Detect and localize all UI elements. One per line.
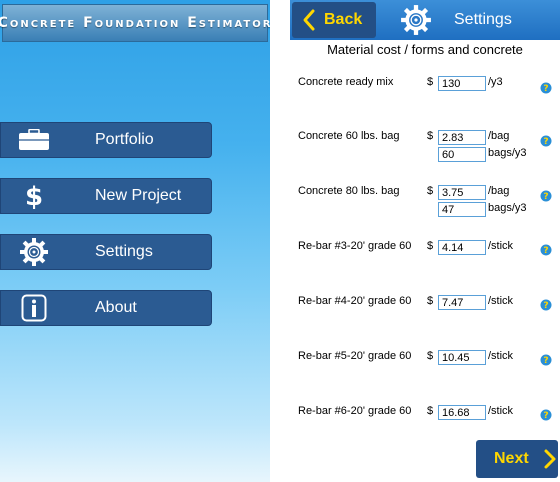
currency-symbol: $ bbox=[427, 405, 434, 417]
unit-label: /y3 bbox=[488, 76, 503, 88]
unit-label: bags/y3 bbox=[488, 147, 527, 159]
unit-label: /bag bbox=[488, 130, 510, 142]
menu-item-settings[interactable]: Settings bbox=[0, 234, 212, 270]
svg-text:?: ? bbox=[543, 356, 548, 366]
back-label: Back bbox=[324, 11, 363, 28]
svg-text:?: ? bbox=[543, 137, 548, 147]
setting-row-rebar-4: Re-bar #4-20' grade 60 $ /stick ? bbox=[290, 295, 560, 335]
help-icon[interactable]: ? bbox=[540, 244, 552, 256]
price-input[interactable] bbox=[438, 185, 486, 200]
setting-label: Re-bar #5-20' grade 60 bbox=[298, 350, 412, 362]
main-menu: Portfolio $ New Project Settings About bbox=[0, 0, 270, 482]
unit-label: /bag bbox=[488, 185, 510, 197]
setting-label: Concrete ready mix bbox=[298, 76, 394, 88]
svg-text:?: ? bbox=[543, 246, 548, 256]
help-icon[interactable]: ? bbox=[540, 82, 552, 94]
unit-label: /stick bbox=[488, 350, 514, 362]
help-icon[interactable]: ? bbox=[540, 299, 552, 311]
chevron-left-icon bbox=[303, 9, 315, 31]
price-input[interactable] bbox=[438, 130, 486, 145]
price-input[interactable] bbox=[438, 295, 486, 310]
setting-row-rebar-3: Re-bar #3-20' grade 60 $ /stick ? bbox=[290, 240, 560, 280]
help-icon[interactable]: ? bbox=[540, 354, 552, 366]
setting-row-rebar-6: Re-bar #6-20' grade 60 $ /stick ? bbox=[290, 405, 560, 445]
setting-label: Re-bar #3-20' grade 60 bbox=[298, 240, 412, 252]
menu-item-about[interactable]: About bbox=[0, 290, 212, 326]
settings-screen: Back Settings Material cost / forms and bbox=[290, 0, 560, 482]
next-label: Next bbox=[494, 450, 529, 467]
currency-symbol: $ bbox=[427, 240, 434, 252]
page-title: Settings bbox=[454, 11, 512, 28]
unit-label: /stick bbox=[488, 295, 514, 307]
menu-item-label: Settings bbox=[95, 243, 153, 260]
currency-symbol: $ bbox=[427, 350, 434, 362]
setting-label: Concrete 60 lbs. bag bbox=[298, 130, 400, 142]
svg-text:?: ? bbox=[543, 411, 548, 421]
currency-symbol: $ bbox=[427, 185, 434, 197]
unit-label: /stick bbox=[488, 240, 514, 252]
help-icon[interactable]: ? bbox=[540, 135, 552, 147]
help-icon[interactable]: ? bbox=[540, 409, 552, 421]
price-input[interactable] bbox=[438, 240, 486, 255]
gear-icon bbox=[1, 234, 67, 270]
unit-label: /stick bbox=[488, 405, 514, 417]
price-input[interactable] bbox=[438, 76, 486, 91]
setting-label: Re-bar #4-20' grade 60 bbox=[298, 295, 412, 307]
svg-text:?: ? bbox=[543, 301, 548, 311]
back-button[interactable]: Back bbox=[292, 2, 376, 38]
price-input[interactable] bbox=[438, 405, 486, 420]
setting-row-concrete-ready-mix: Concrete ready mix $ /y3 ? bbox=[290, 76, 560, 116]
setting-row-concrete-60-bag: Concrete 60 lbs. bag $ /bag bags/y3 ? bbox=[290, 130, 560, 170]
settings-gear-icon bbox=[400, 4, 432, 36]
info-icon bbox=[1, 290, 67, 326]
currency-symbol: $ bbox=[427, 130, 434, 142]
nav-bar: Back Settings bbox=[290, 0, 560, 40]
currency-symbol: $ bbox=[427, 76, 434, 88]
setting-row-concrete-80-bag: Concrete 80 lbs. bag $ /bag bags/y3 ? bbox=[290, 185, 560, 225]
svg-text:?: ? bbox=[543, 84, 548, 94]
unit-label: bags/y3 bbox=[488, 202, 527, 214]
svg-text:?: ? bbox=[543, 192, 548, 202]
bags-per-yard-input[interactable] bbox=[438, 147, 486, 162]
setting-label: Re-bar #6-20' grade 60 bbox=[298, 405, 412, 417]
menu-item-portfolio[interactable]: Portfolio bbox=[0, 122, 212, 158]
currency-symbol: $ bbox=[427, 295, 434, 307]
chevron-right-icon bbox=[544, 449, 556, 469]
screen-divider bbox=[270, 0, 290, 482]
help-icon[interactable]: ? bbox=[540, 190, 552, 202]
main-menu-screen: Concrete Foundation Estimator Portfolio … bbox=[0, 0, 270, 482]
menu-item-label: About bbox=[95, 299, 137, 316]
next-button[interactable]: Next bbox=[476, 440, 558, 478]
menu-item-label: New Project bbox=[95, 187, 182, 204]
setting-label: Concrete 80 lbs. bag bbox=[298, 185, 400, 197]
menu-item-new-project[interactable]: $ New Project bbox=[0, 178, 212, 214]
section-title: Material cost / forms and concrete bbox=[327, 42, 523, 57]
svg-text:$: $ bbox=[25, 182, 43, 210]
setting-row-rebar-5: Re-bar #5-20' grade 60 $ /stick ? bbox=[290, 350, 560, 390]
briefcase-icon bbox=[1, 122, 67, 158]
menu-item-label: Portfolio bbox=[95, 131, 154, 148]
price-input[interactable] bbox=[438, 350, 486, 365]
bags-per-yard-input[interactable] bbox=[438, 202, 486, 217]
dollar-icon: $ bbox=[1, 178, 67, 214]
